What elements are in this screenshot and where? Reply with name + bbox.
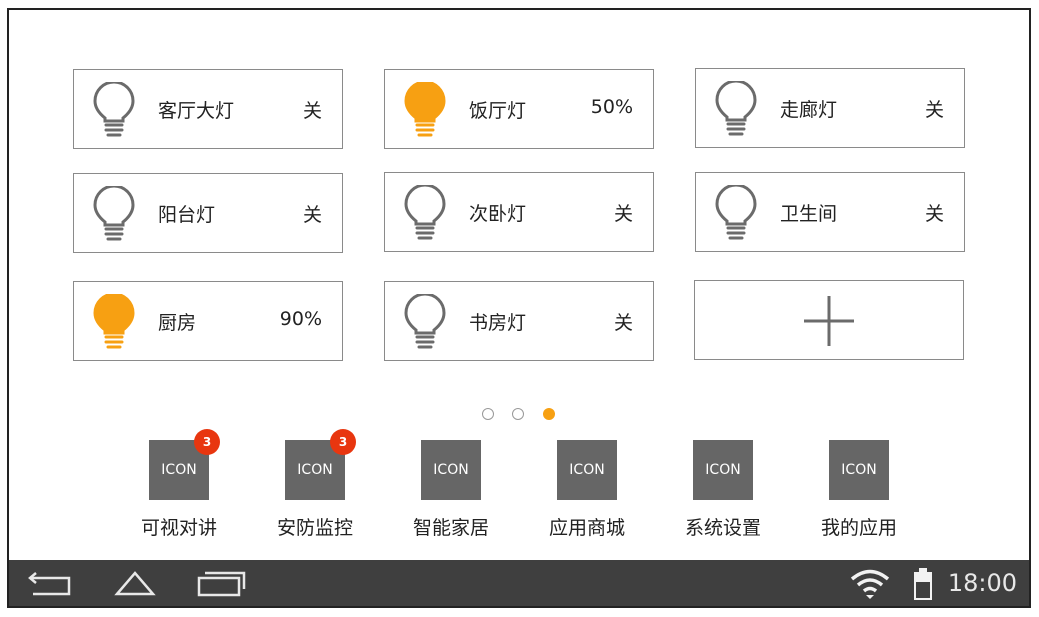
light-tile-study[interactable]: 书房灯 关 <box>384 281 654 361</box>
light-tile-living-room[interactable]: 客厅大灯 关 <box>73 69 343 149</box>
app-label: 应用商城 <box>548 517 625 539</box>
light-name: 客厅大灯 <box>158 100 235 122</box>
light-name: 书房灯 <box>469 312 527 334</box>
battery-icon <box>914 568 932 600</box>
page-dot-3[interactable] <box>543 408 555 420</box>
app-smart-home[interactable]: ICON 智能家居 <box>391 438 511 548</box>
light-tile-second-bedroom[interactable]: 次卧灯 关 <box>384 172 654 252</box>
light-name: 阳台灯 <box>158 204 216 226</box>
light-state: 50% <box>590 96 633 118</box>
bulb-icon <box>93 82 135 137</box>
system-navigation-bar: 18:00 <box>9 560 1029 606</box>
bulb-icon <box>93 294 135 349</box>
page-indicator <box>482 408 562 422</box>
light-state: 关 <box>613 312 633 334</box>
recent-apps-icon[interactable] <box>195 568 247 598</box>
light-name: 次卧灯 <box>469 203 527 225</box>
light-tile-corridor[interactable]: 走廊灯 关 <box>695 68 965 148</box>
app-video-intercom[interactable]: ICON 3 可视对讲 <box>119 429 239 548</box>
app-store[interactable]: ICON 应用商城 <box>527 438 647 548</box>
bulb-icon <box>404 185 446 240</box>
light-tile-bathroom[interactable]: 卫生间 关 <box>695 172 965 252</box>
plus-icon <box>804 296 854 346</box>
bulb-icon <box>715 81 757 136</box>
app-icon-placeholder: ICON <box>693 440 753 500</box>
app-label: 我的应用 <box>820 517 897 539</box>
light-state: 关 <box>302 204 322 226</box>
clock-time: 18:00 <box>947 569 1017 597</box>
bulb-icon <box>404 294 446 349</box>
bulb-icon <box>93 186 135 241</box>
app-label: 系统设置 <box>684 517 761 539</box>
app-icon-placeholder: ICON <box>421 440 481 500</box>
light-name: 卫生间 <box>780 203 838 225</box>
wifi-icon <box>850 569 890 599</box>
app-icon-placeholder: ICON <box>829 440 889 500</box>
light-state: 关 <box>924 99 944 121</box>
light-tile-dining-room[interactable]: 饭厅灯 50% <box>384 69 654 149</box>
light-name: 厨房 <box>158 312 197 334</box>
page-dot-1[interactable] <box>482 408 494 420</box>
light-name: 饭厅灯 <box>469 100 527 122</box>
app-security-monitor[interactable]: ICON 3 安防监控 <box>255 429 375 548</box>
notification-badge: 3 <box>194 429 220 455</box>
device-screen: 客厅大灯 关 饭厅灯 50% 走廊灯 关 阳台灯 关 次卧灯 关 卫生间 关 厨… <box>7 8 1031 608</box>
notification-badge: 3 <box>330 429 356 455</box>
light-state: 关 <box>302 100 322 122</box>
light-state: 关 <box>924 203 944 225</box>
app-label: 可视对讲 <box>140 517 217 539</box>
app-icon-placeholder: ICON <box>557 440 617 500</box>
light-state: 90% <box>279 308 322 330</box>
app-label: 安防监控 <box>276 517 353 539</box>
light-tile-balcony[interactable]: 阳台灯 关 <box>73 173 343 253</box>
light-name: 走廊灯 <box>780 99 838 121</box>
page-dot-2[interactable] <box>512 408 524 420</box>
app-label: 智能家居 <box>412 517 489 539</box>
bulb-icon <box>715 185 757 240</box>
home-icon[interactable] <box>114 568 156 598</box>
bulb-icon <box>404 82 446 137</box>
back-icon[interactable] <box>27 569 73 597</box>
add-device-button[interactable] <box>694 280 964 360</box>
light-tile-kitchen[interactable]: 厨房 90% <box>73 281 343 361</box>
app-my-apps[interactable]: ICON 我的应用 <box>799 438 919 548</box>
light-state: 关 <box>613 203 633 225</box>
app-system-settings[interactable]: ICON 系统设置 <box>663 438 783 548</box>
